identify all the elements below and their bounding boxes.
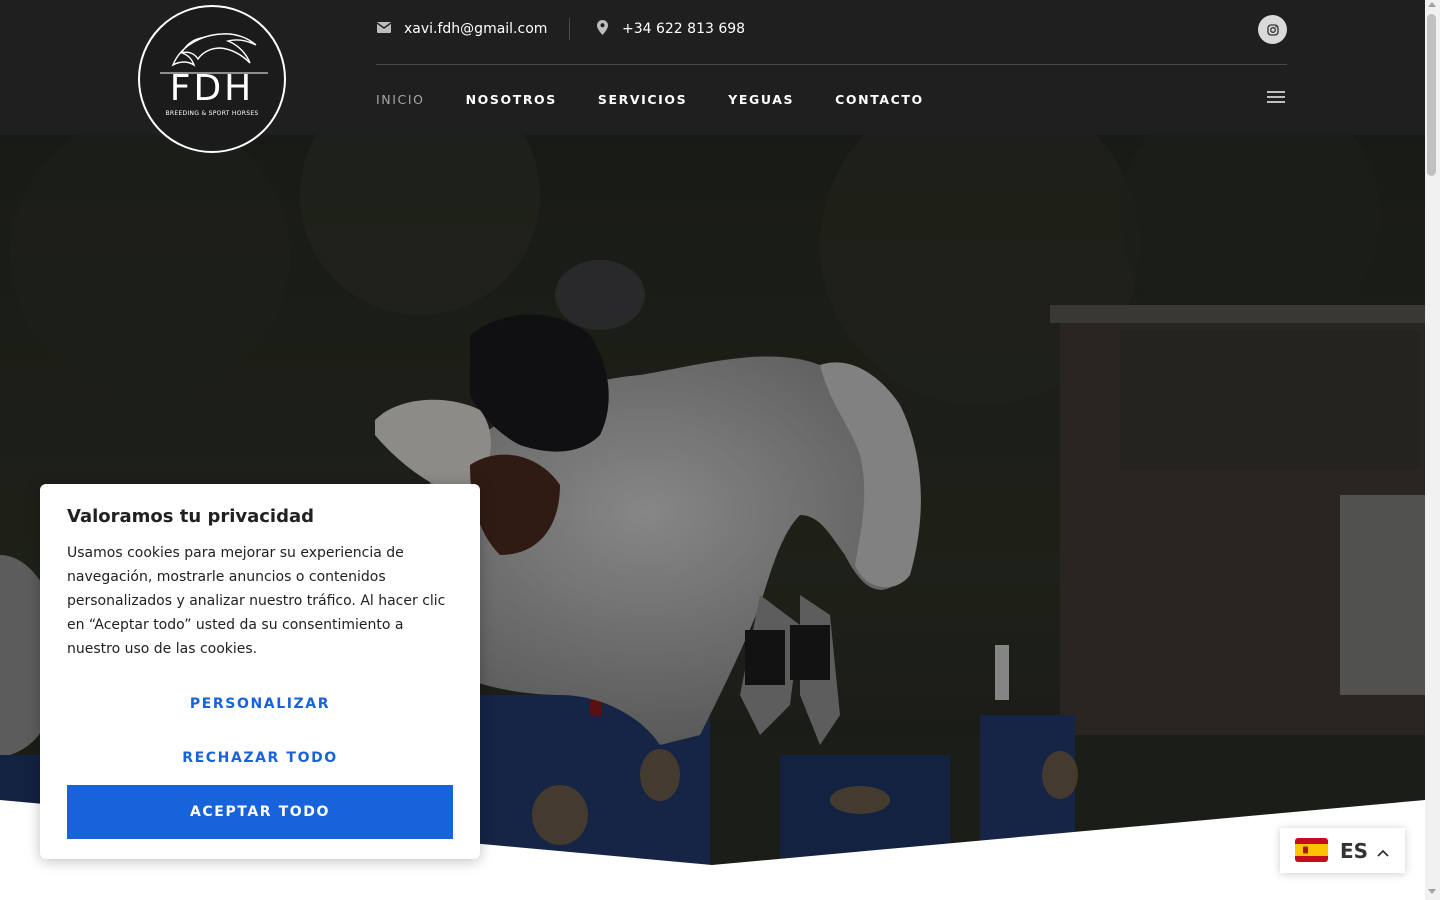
reject-all-button[interactable]: RECHAZAR TODO xyxy=(67,735,453,781)
logo-text: FDH xyxy=(169,68,255,109)
nav-item-contacto[interactable]: CONTACTO xyxy=(835,90,924,110)
cookie-title: Valoramos tu privacidad xyxy=(67,506,315,527)
hamburger-icon[interactable] xyxy=(1267,90,1285,104)
spain-flag-icon xyxy=(1295,838,1328,862)
email-text[interactable]: xavi.fdh@gmail.com xyxy=(404,21,547,37)
phone-contact[interactable]: +34 622 813 698 xyxy=(594,19,745,39)
header-divider xyxy=(376,64,1287,65)
chevron-up-icon xyxy=(1377,842,1389,861)
contact-divider xyxy=(569,18,570,40)
nav-item-nosotros[interactable]: NOSOTROS xyxy=(466,90,557,110)
cookie-description: Usamos cookies para mejorar su experienc… xyxy=(67,545,446,657)
map-pin-icon xyxy=(594,19,610,39)
instagram-icon[interactable] xyxy=(1258,15,1287,44)
cookie-consent-dialog: Valoramos tu privacidad Usamos cookies p… xyxy=(40,484,480,859)
nav-item-servicios[interactable]: SERVICIOS xyxy=(598,90,687,110)
scrollbar-thumb[interactable] xyxy=(1427,14,1436,176)
language-code: ES xyxy=(1340,839,1369,863)
nav-item-yeguas[interactable]: YEGUAS xyxy=(728,90,794,110)
site-logo[interactable]: FDH BREEDING & SPORT HORSES xyxy=(138,5,286,153)
logo-tagline: BREEDING & SPORT HORSES xyxy=(165,110,259,117)
accept-all-button[interactable]: ACEPTAR TODO xyxy=(67,785,453,839)
scroll-up-icon[interactable] xyxy=(1428,2,1436,7)
email-contact[interactable]: xavi.fdh@gmail.com xyxy=(376,19,547,39)
envelope-icon xyxy=(376,21,392,37)
main-nav: INICIO NOSOTROS SERVICIOS YEGUAS CONTACT… xyxy=(376,90,965,110)
phone-text[interactable]: +34 622 813 698 xyxy=(622,21,745,37)
nav-item-inicio[interactable]: INICIO xyxy=(376,90,425,110)
customize-button[interactable]: PERSONALIZAR xyxy=(67,681,453,727)
scroll-down-icon[interactable] xyxy=(1428,889,1436,894)
language-selector[interactable]: ES xyxy=(1280,828,1405,873)
